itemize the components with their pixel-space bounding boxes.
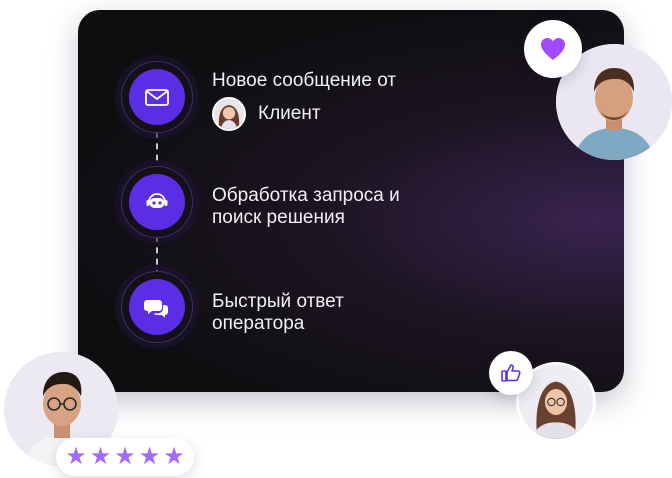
thumbs-up-icon (501, 364, 521, 382)
envelope-icon (145, 89, 169, 106)
connector-line (156, 236, 158, 276)
step-reply-title: Быстрый ответ оператора (212, 291, 344, 334)
step-message-title: Новое сообщение от (212, 70, 397, 91)
heart-icon (541, 38, 565, 60)
star-icon: ★ (138, 443, 161, 470)
star-rating: ★ ★ ★ ★ ★ (56, 438, 194, 476)
step-processing-title: Обработка запроса и поиск решения (212, 185, 400, 228)
chat-bubbles-icon (144, 300, 168, 318)
client-avatar (212, 97, 246, 131)
star-icon: ★ (163, 443, 185, 470)
star-icon: ★ (114, 443, 136, 470)
star-icon: ★ (65, 443, 87, 470)
step-message-icon-wrap (121, 61, 193, 133)
star-icon: ★ (89, 443, 112, 470)
step-reply-icon-wrap (121, 271, 193, 343)
client-chip: Клиент (212, 97, 321, 131)
like-bubble (489, 351, 533, 395)
bot-headset-icon (146, 193, 168, 208)
client-label: Клиент (258, 103, 321, 124)
heart-bubble (524, 20, 582, 78)
step-processing-icon-wrap (121, 166, 193, 238)
